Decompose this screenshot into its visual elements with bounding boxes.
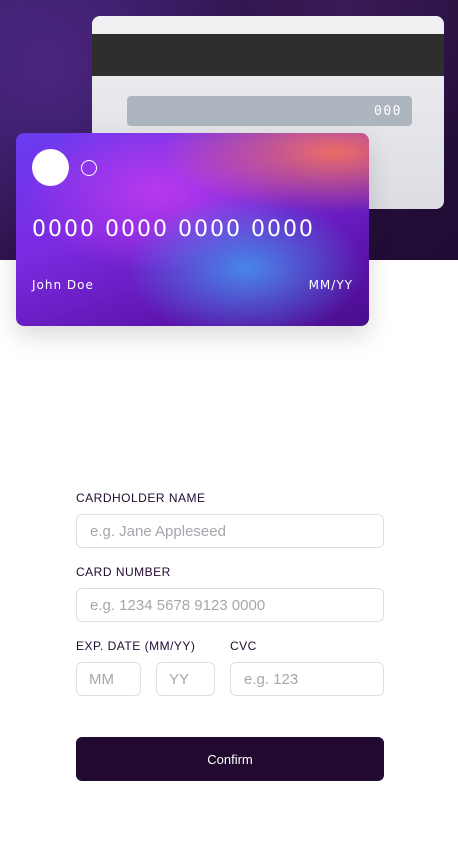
- signature-strip: 000: [127, 96, 412, 126]
- card-number-group: CARD NUMBER: [76, 565, 384, 622]
- cardholder-name-input[interactable]: [76, 514, 384, 548]
- card-back-cvc: 000: [374, 104, 402, 119]
- card-number-input[interactable]: [76, 588, 384, 622]
- card-expiry-display: MM/YY: [308, 278, 353, 292]
- card-details-form: CARDHOLDER NAME CARD NUMBER EXP. DATE (M…: [76, 491, 384, 696]
- expiry-label: EXP. DATE (MM/YY): [76, 639, 196, 653]
- card-number-display: 0000 0000 0000 0000: [32, 217, 315, 242]
- card-logo-filled-circle-icon: [32, 149, 69, 186]
- card-front: 0000 0000 0000 0000 John Doe MM/YY: [16, 133, 369, 326]
- cardholder-group: CARDHOLDER NAME: [76, 491, 384, 548]
- cvc-label: CVC: [230, 639, 257, 653]
- cvc-group: CVC: [230, 639, 384, 696]
- card-logo-outline-circle-icon: [81, 160, 97, 176]
- cvc-input[interactable]: [230, 662, 384, 696]
- expiry-inputs: [76, 662, 215, 696]
- expiry-cvc-row: EXP. DATE (MM/YY) CVC: [76, 639, 384, 696]
- expiry-month-input[interactable]: [76, 662, 141, 696]
- expiry-group: EXP. DATE (MM/YY): [76, 639, 215, 696]
- magnetic-stripe: [92, 34, 444, 76]
- card-number-label: CARD NUMBER: [76, 565, 171, 579]
- confirm-button[interactable]: Confirm: [76, 737, 384, 781]
- cardholder-label: CARDHOLDER NAME: [76, 491, 206, 505]
- expiry-year-input[interactable]: [156, 662, 215, 696]
- cardholder-name-display: John Doe: [32, 278, 94, 292]
